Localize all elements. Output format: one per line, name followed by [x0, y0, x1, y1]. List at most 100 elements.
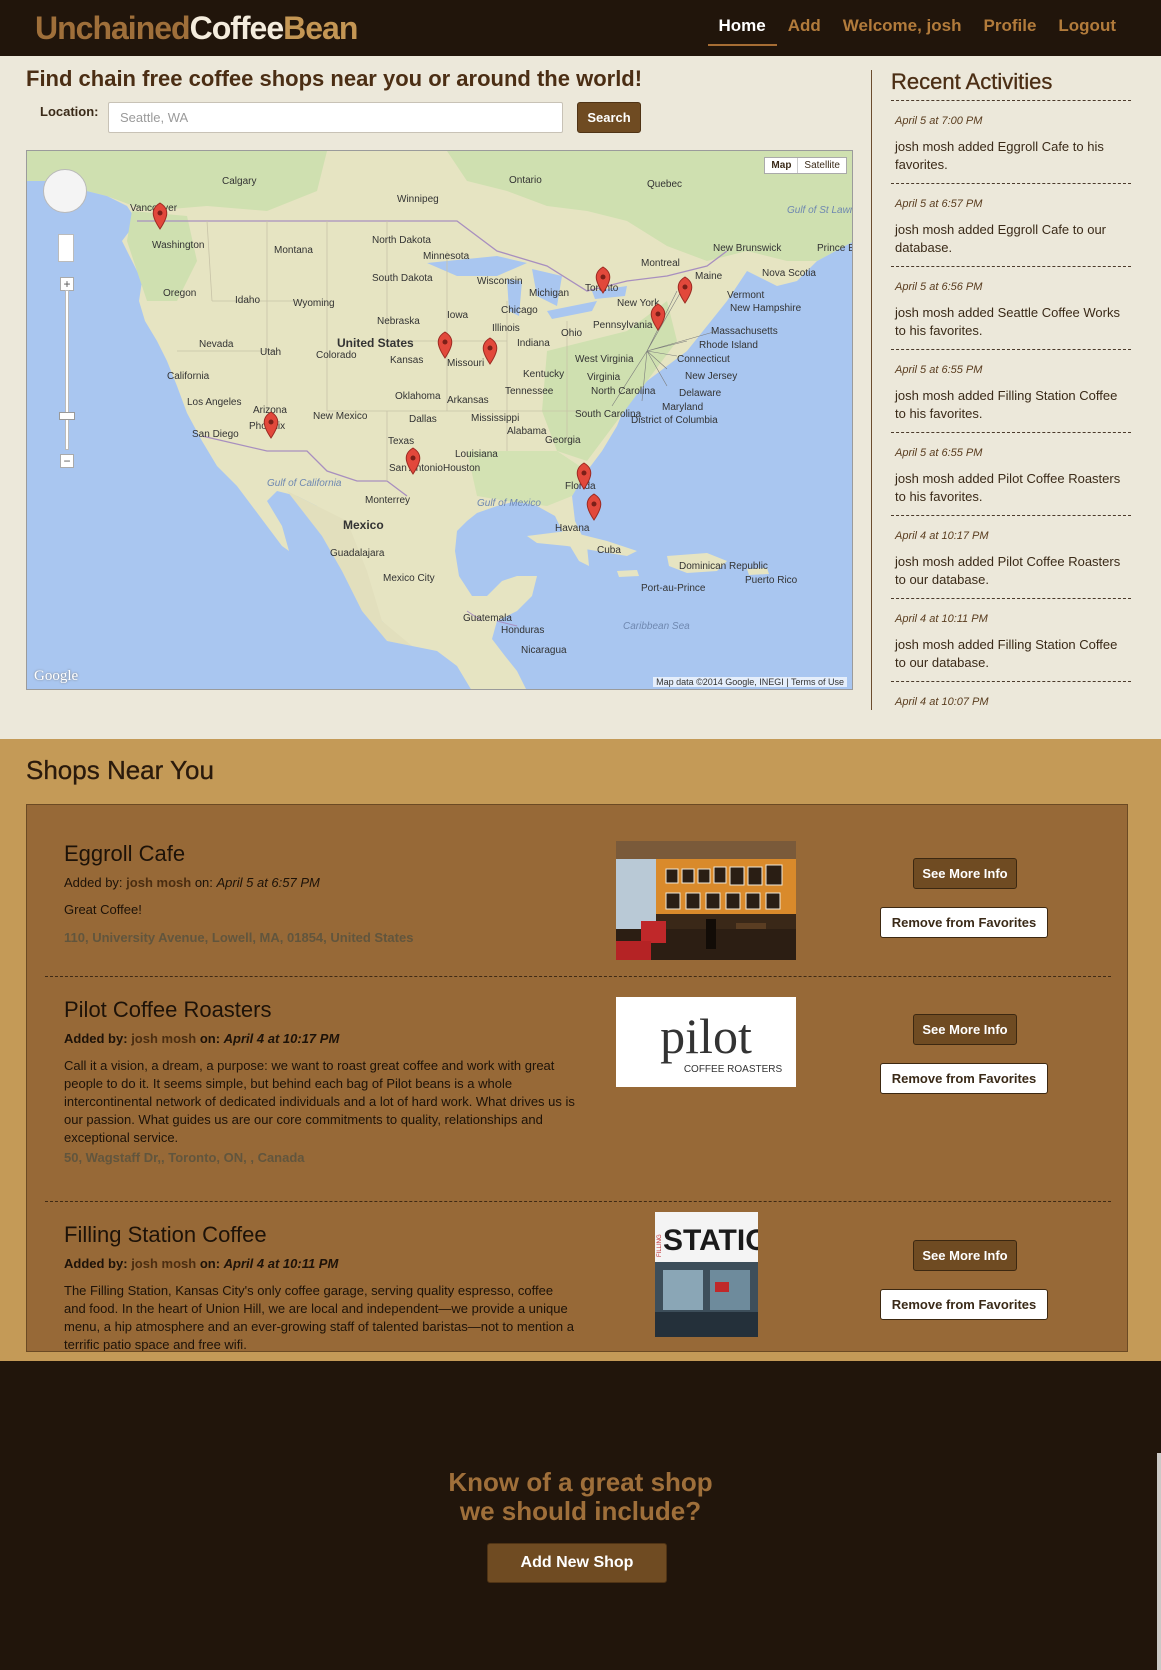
activity-text: josh mosh added Filling Station Coffee t… — [895, 637, 1118, 670]
zoom-slider[interactable] — [65, 290, 69, 450]
island-jamaica — [617, 570, 639, 577]
street-view-pegman-icon[interactable] — [58, 234, 74, 262]
label-north-carolina: North Carolina — [591, 386, 656, 397]
label-iowa: Iowa — [447, 310, 469, 321]
activity-text: josh mosh added Pilot Coffee Roasters to… — [895, 554, 1121, 587]
label-maine: Maine — [695, 271, 723, 282]
recent-activities-panel: Recent Activities April 5 at 7:00 PM josh… — [871, 69, 1131, 710]
label-new-hampshire: New Hampshire — [730, 303, 802, 314]
label-kansas: Kansas — [390, 355, 423, 366]
nav-home[interactable]: Home — [707, 0, 777, 46]
label-pei: Prince Edward Island — [817, 243, 853, 254]
see-more-info-button[interactable]: See More Info — [913, 858, 1017, 889]
shop-description: The Filling Station, Kansas City's only … — [64, 1283, 574, 1352]
zoom-slider-thumb[interactable] — [59, 412, 75, 420]
activity-time: April 5 at 7:00 PM — [895, 115, 983, 127]
label-gulf-of-california: Gulf of California — [267, 478, 342, 489]
label-new-brunswick: New Brunswick — [713, 243, 782, 254]
main-nav: Home Add Welcome, josh Profile Logout — [707, 0, 1128, 56]
label-south-dakota: South Dakota — [372, 273, 433, 284]
brand-part-bean: Bean — [283, 10, 358, 46]
shop-name[interactable]: Eggroll Cafe — [64, 841, 185, 867]
map-attribution: Map data ©2014 Google, INEGI | Terms of … — [653, 677, 847, 687]
label-cuba: Cuba — [597, 545, 621, 556]
added-by-label: Added by: — [64, 1256, 128, 1271]
site-brand[interactable]: UnchainedCoffeeBean — [35, 8, 358, 48]
remove-from-favorites-button[interactable]: Remove from Favorites — [880, 907, 1048, 938]
activity-text: josh mosh added Seattle Coffee Works to … — [895, 305, 1120, 338]
zoom-out-button[interactable]: − — [60, 454, 74, 468]
added-by-user-link[interactable]: josh mosh — [131, 1031, 196, 1046]
label-ontario: Ontario — [509, 175, 542, 186]
shop-card: Filling Station Coffee Added by: josh mo… — [45, 1202, 1111, 1352]
on-label: on: — [199, 1256, 221, 1271]
see-more-info-button[interactable]: See More Info — [913, 1240, 1017, 1271]
remove-from-favorites-button[interactable]: Remove from Favorites — [880, 1289, 1048, 1320]
label-nova-scotia: Nova Scotia — [762, 268, 816, 279]
activity-time: April 4 at 10:11 PM — [895, 613, 988, 625]
label-monterrey: Monterrey — [365, 495, 410, 506]
location-input[interactable] — [108, 102, 563, 133]
label-honduras: Honduras — [501, 625, 544, 636]
activity-item: April 5 at 6:57 PM josh mosh added Eggrol… — [891, 183, 1131, 266]
label-san-diego: San Diego — [192, 429, 239, 440]
shop-name[interactable]: Filling Station Coffee — [64, 1222, 267, 1248]
label-montreal: Montreal — [641, 258, 680, 269]
zoom-in-button[interactable]: + — [60, 277, 74, 291]
label-indiana: Indiana — [517, 338, 550, 349]
search-button[interactable]: Search — [577, 102, 641, 133]
nav-profile[interactable]: Profile — [973, 0, 1048, 56]
shop-photo-filling-station: STATION FILLING — [655, 1212, 758, 1337]
label-nebraska: Nebraska — [377, 316, 420, 327]
page-scrollbar[interactable] — [1157, 1453, 1161, 1670]
pilot-logo-word: pilot — [660, 1008, 752, 1064]
nav-logout[interactable]: Logout — [1047, 0, 1127, 56]
location-label: Location: — [40, 104, 99, 119]
page-headline: Find chain free coffee shops near you or… — [26, 66, 643, 91]
label-new-mexico: New Mexico — [313, 411, 368, 422]
shop-name[interactable]: Pilot Coffee Roasters — [64, 997, 271, 1023]
nav-welcome-user[interactable]: Welcome, josh — [832, 0, 973, 56]
added-date: April 4 at 10:11 PM — [223, 1256, 339, 1271]
added-by-label: Added by: — [64, 1031, 128, 1046]
pan-control-icon[interactable] — [43, 169, 87, 213]
nav-add[interactable]: Add — [777, 0, 832, 56]
shop-address[interactable]: 50, Wagstaff Dr,, Toronto, ON, , Canada — [64, 1150, 305, 1165]
activity-time: April 5 at 6:55 PM — [895, 364, 983, 376]
label-quebec: Quebec — [647, 179, 682, 190]
shop-card: Eggroll Cafe Added by: josh mosh on: Apr… — [45, 805, 1111, 977]
see-more-info-button[interactable]: See More Info — [913, 1014, 1017, 1045]
map-type-satellite[interactable]: Satellite — [798, 158, 846, 173]
label-new-jersey: New Jersey — [685, 371, 737, 382]
label-caribbean-sea: Caribbean Sea — [623, 621, 690, 632]
map-marker-orlando[interactable] — [586, 493, 602, 521]
label-north-dakota: North Dakota — [372, 235, 431, 246]
filling-station-sign-side: FILLING — [657, 1234, 663, 1257]
shops-map[interactable]: Calgary Ontario Quebec Winnipeg Vancouve… — [26, 150, 853, 690]
map-type-map[interactable]: Map — [765, 158, 799, 173]
shops-list[interactable]: Eggroll Cafe Added by: josh mosh on: Apr… — [26, 804, 1128, 1352]
remove-from-favorites-button[interactable]: Remove from Favorites — [880, 1063, 1048, 1094]
map-type-toggle: Map Satellite — [764, 157, 847, 174]
activity-item: April 5 at 6:56 PM josh mosh added Seattl… — [891, 266, 1131, 349]
label-montana: Montana — [274, 245, 313, 256]
added-date: April 4 at 10:17 PM — [223, 1031, 340, 1046]
added-by-user-link[interactable]: josh mosh — [131, 1256, 196, 1271]
activity-text: josh mosh added Filling Station Coffee t… — [895, 388, 1118, 421]
label-puerto-rico: Puerto Rico — [745, 575, 798, 586]
label-washington: Washington — [152, 240, 204, 251]
label-georgia: Georgia — [545, 435, 581, 446]
added-by-user-link[interactable]: josh mosh — [126, 875, 191, 890]
label-gulf-st-lawrence: Gulf of St Lawrence — [787, 205, 853, 216]
label-west-virginia: West Virginia — [575, 354, 634, 365]
label-oregon: Oregon — [163, 288, 196, 299]
add-new-shop-button[interactable]: Add New Shop — [487, 1543, 667, 1583]
activity-item: April 5 at 7:00 PM josh mosh added Eggrol… — [891, 100, 1131, 183]
shop-description: Great Coffee! — [64, 902, 142, 917]
label-houston: Houston — [443, 463, 480, 474]
shop-added-by: Added by: josh mosh on: April 5 at 6:57 … — [64, 875, 320, 890]
added-by-label: Added by: — [64, 875, 123, 890]
brand-part-coffee: Coffee — [189, 10, 285, 46]
shop-address[interactable]: 110, University Avenue, Lowell, MA, 0185… — [64, 930, 413, 945]
label-rhode-island: Rhode Island — [699, 340, 758, 351]
